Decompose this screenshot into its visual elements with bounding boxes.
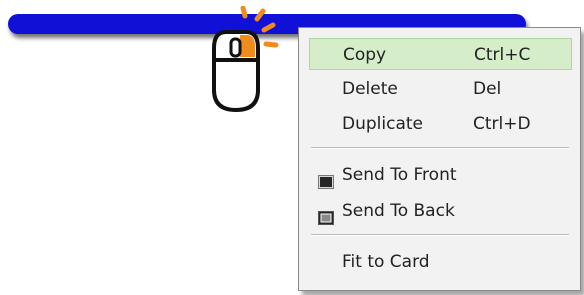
menu-item-label: Duplicate (342, 114, 423, 134)
menu-separator (311, 147, 569, 149)
send-to-front-icon (318, 168, 334, 189)
menu-item-shortcut: Del (473, 79, 502, 99)
menu-item-copy[interactable]: Copy Ctrl+C (309, 38, 572, 70)
send-to-back-icon (318, 204, 334, 225)
menu-item-delete[interactable]: Delete Del (309, 73, 572, 105)
menu-item-send-to-front[interactable]: Send To Front (309, 159, 572, 191)
menu-item-label: Send To Front (342, 165, 457, 185)
mouse-right-click-icon (200, 5, 290, 116)
menu-item-duplicate[interactable]: Duplicate Ctrl+D (309, 108, 572, 140)
menu-item-shortcut: Ctrl+D (473, 114, 531, 134)
canvas: Copy Ctrl+C Delete Del Duplicate Ctrl+D … (0, 0, 584, 295)
menu-item-fit-to-card[interactable]: Fit to Card (309, 246, 572, 278)
context-menu: Copy Ctrl+C Delete Del Duplicate Ctrl+D … (298, 27, 581, 291)
menu-item-label: Copy (343, 45, 387, 65)
menu-separator (311, 234, 569, 236)
menu-item-label: Delete (342, 79, 398, 99)
menu-item-label: Fit to Card (342, 252, 430, 272)
menu-item-shortcut: Ctrl+C (474, 45, 531, 65)
menu-item-send-to-back[interactable]: Send To Back (309, 195, 572, 227)
menu-item-label: Send To Back (342, 201, 455, 221)
